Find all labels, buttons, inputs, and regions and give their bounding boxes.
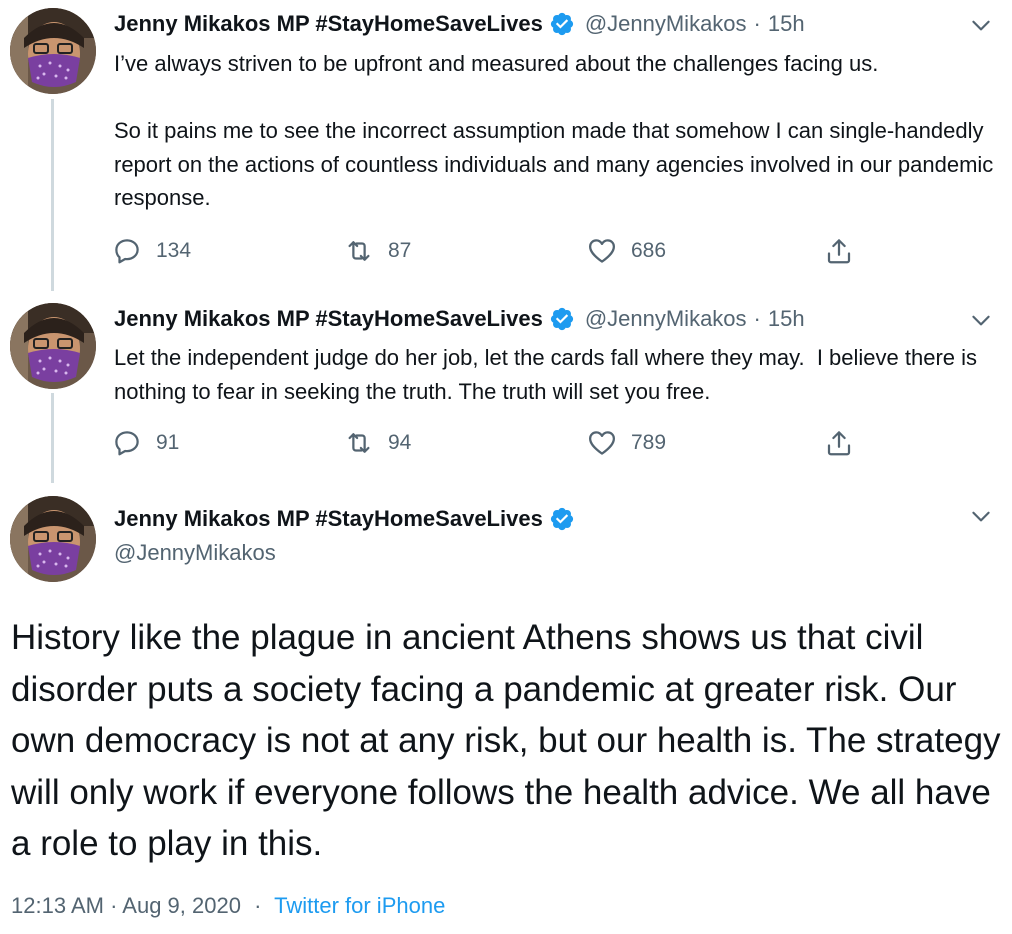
retweet-icon <box>344 428 374 458</box>
tweet-time[interactable]: 15h <box>768 11 805 37</box>
separator: · <box>753 11 761 36</box>
user-handle[interactable]: @JennyMikakos <box>114 540 276 566</box>
tweet[interactable]: Jenny Mikakos MP #StayHomeSaveLives @Jen… <box>0 0 1012 290</box>
tweet-actions: 134 87 686 <box>112 235 872 267</box>
tweet-header: Jenny Mikakos MP #StayHomeSaveLives @Jen… <box>114 9 805 39</box>
separator: · <box>254 893 262 918</box>
display-name[interactable]: Jenny Mikakos MP #StayHomeSaveLives <box>114 11 543 37</box>
share-button[interactable] <box>824 235 868 267</box>
user-handle[interactable]: @JennyMikakos <box>585 306 747 332</box>
display-name[interactable]: Jenny Mikakos MP #StayHomeSaveLives <box>114 506 543 532</box>
tweet-meta: 12:13 AM · Aug 9, 2020 · Twitter for iPh… <box>11 893 445 919</box>
retweet-count: 87 <box>388 239 412 262</box>
tweet-text: Let the independent judge do her job, le… <box>114 345 984 404</box>
reply-count: 134 <box>156 239 192 262</box>
tweet-time[interactable]: 15h <box>768 306 805 332</box>
verified-badge-icon <box>549 11 575 37</box>
chevron-down-icon[interactable] <box>968 12 994 38</box>
tweet-header: Jenny Mikakos MP #StayHomeSaveLives @Jen… <box>114 304 805 334</box>
verified-badge-icon <box>549 306 575 332</box>
like-count: 686 <box>631 239 667 262</box>
share-icon <box>824 236 854 266</box>
tweet[interactable]: Jenny Mikakos MP #StayHomeSaveLives @Jen… <box>0 295 1012 485</box>
main-tweet-text: History like the plague in ancient Athen… <box>11 618 1001 863</box>
chevron-down-icon[interactable] <box>968 307 994 333</box>
separator: · <box>753 306 761 331</box>
chevron-down-icon[interactable] <box>968 503 994 529</box>
share-icon <box>824 428 854 458</box>
like-button[interactable]: 789 <box>587 427 666 459</box>
tweet-actions: 91 94 789 <box>112 427 872 459</box>
reply-icon <box>112 236 142 266</box>
display-name[interactable]: Jenny Mikakos MP #StayHomeSaveLives <box>114 306 543 332</box>
reply-icon <box>112 428 142 458</box>
reply-button[interactable]: 91 <box>112 427 179 459</box>
tweet-text: I’ve always striven to be upfront and me… <box>114 51 994 210</box>
verified-badge-icon <box>549 506 575 532</box>
reply-count: 91 <box>156 431 180 454</box>
reply-button[interactable]: 134 <box>112 235 191 267</box>
avatar[interactable] <box>10 303 96 389</box>
retweet-button[interactable]: 94 <box>344 427 411 459</box>
share-button[interactable] <box>824 427 868 459</box>
heart-icon <box>587 428 617 458</box>
avatar[interactable] <box>10 496 96 582</box>
main-tweet-header: Jenny Mikakos MP #StayHomeSaveLives <box>114 504 585 534</box>
tweet-timestamp[interactable]: 12:13 AM · Aug 9, 2020 <box>11 893 241 918</box>
like-count: 789 <box>631 431 667 454</box>
source-link[interactable]: Twitter for iPhone <box>274 893 445 918</box>
heart-icon <box>587 236 617 266</box>
avatar[interactable] <box>10 8 96 94</box>
retweet-count: 94 <box>388 431 412 454</box>
like-button[interactable]: 686 <box>587 235 666 267</box>
retweet-button[interactable]: 87 <box>344 235 411 267</box>
user-handle[interactable]: @JennyMikakos <box>585 11 747 37</box>
retweet-icon <box>344 236 374 266</box>
